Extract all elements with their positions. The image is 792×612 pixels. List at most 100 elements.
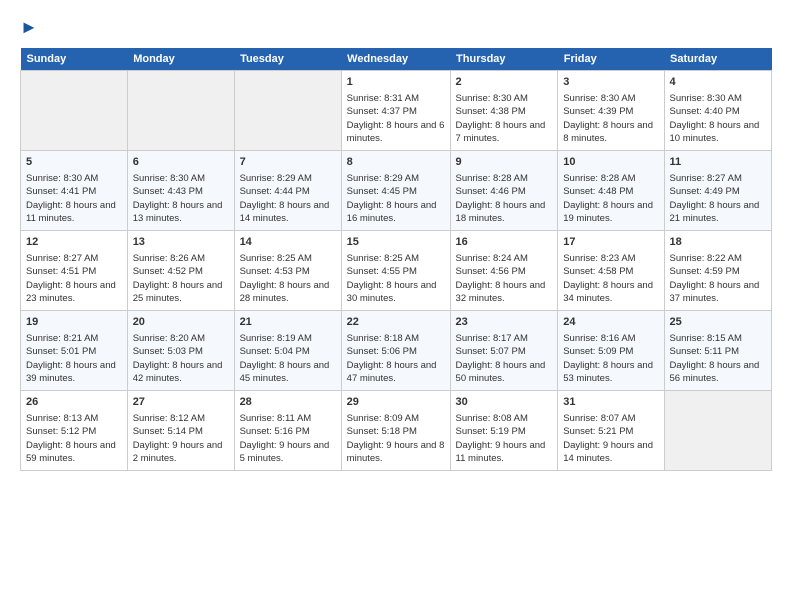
daylight-text: Daylight: 8 hours and 14 minutes.	[240, 200, 330, 224]
sunrise-text: Sunrise: 8:11 AM	[240, 413, 312, 424]
calendar-cell: 12 Sunrise: 8:27 AM Sunset: 4:51 PM Dayligh…	[21, 230, 128, 310]
sunrise-text: Sunrise: 8:22 AM	[670, 253, 742, 264]
calendar-cell: 6Sunrise: 8:30 AMSunset: 4:43 PMDaylight…	[127, 150, 234, 230]
sunset-text: Sunset: 4:59 PM	[670, 266, 740, 277]
day-number: 14	[240, 235, 336, 250]
sunrise-text: Sunrise: 8:28 AM	[563, 173, 635, 184]
daylight-text: Daylight: 8 hours and 13 minutes.	[133, 200, 223, 224]
sunset-text: Sunset: 5:03 PM	[133, 346, 203, 357]
sunrise-text: Sunrise: 8:20 AM	[133, 333, 205, 344]
daylight-text: Daylight: 8 hours and 11 minutes.	[26, 200, 116, 224]
header: ►	[20, 18, 772, 38]
calendar-cell: 20Sunrise: 8:20 AMSunset: 5:03 PMDayligh…	[127, 310, 234, 390]
daylight-text: Daylight: 8 hours and 45 minutes.	[240, 360, 330, 384]
day-number: 2	[456, 75, 553, 90]
daylight-text: Daylight: 8 hours and 50 minutes.	[456, 360, 546, 384]
sunset-text: Sunset: 4:46 PM	[456, 186, 526, 197]
logo-blue: ►	[20, 17, 38, 37]
header-saturday: Saturday	[664, 48, 771, 71]
calendar-cell: 28Sunrise: 8:11 AMSunset: 5:16 PMDayligh…	[234, 390, 341, 470]
sunrise-text: Sunrise: 8:30 AM	[133, 173, 205, 184]
calendar-week-2: 12 Sunrise: 8:27 AM Sunset: 4:51 PM Dayligh…	[21, 230, 772, 310]
day-number: 12	[26, 235, 122, 250]
calendar-cell	[234, 70, 341, 150]
sunset-text: Sunset: 5:14 PM	[133, 426, 203, 437]
calendar-cell: 23Sunrise: 8:17 AMSunset: 5:07 PMDayligh…	[450, 310, 558, 390]
calendar-week-1: 5Sunrise: 8:30 AMSunset: 4:41 PMDaylight…	[21, 150, 772, 230]
day-number: 8	[347, 155, 445, 170]
calendar-cell: 13Sunrise: 8:26 AMSunset: 4:52 PMDayligh…	[127, 230, 234, 310]
daylight-text: Daylight: 8 hours and 56 minutes.	[670, 360, 760, 384]
sunset-text: Sunset: 5:09 PM	[563, 346, 633, 357]
daylight-text: Daylight: 9 hours and 14 minutes.	[563, 440, 653, 464]
day-number: 6	[133, 155, 229, 170]
sunset-text: Sunset: 4:53 PM	[240, 266, 310, 277]
daylight-text: Daylight: 8 hours and 59 minutes.	[26, 440, 116, 464]
daylight-text: Daylight: 8 hours and 8 minutes.	[563, 120, 653, 144]
calendar-table: Sunday Monday Tuesday Wednesday Thursday…	[20, 48, 772, 471]
calendar-cell: 30Sunrise: 8:08 AMSunset: 5:19 PMDayligh…	[450, 390, 558, 470]
daylight-text: Daylight: 8 hours and 32 minutes.	[456, 280, 546, 304]
sunset-text: Sunset: 4:40 PM	[670, 106, 740, 117]
sunset-text: Sunset: 4:51 PM	[26, 266, 96, 277]
day-number: 17	[563, 235, 658, 250]
calendar-week-4: 26Sunrise: 8:13 AMSunset: 5:12 PMDayligh…	[21, 390, 772, 470]
calendar-cell: 25 Sunrise: 8:15 AM Sunset: 5:11 PM Dayligh…	[664, 310, 771, 390]
sunrise-text: Sunrise: 8:15 AM	[670, 333, 742, 344]
day-number: 28	[240, 395, 336, 410]
sunset-text: Sunset: 5:18 PM	[347, 426, 417, 437]
day-number: 7	[240, 155, 336, 170]
day-number: 24	[563, 315, 658, 330]
calendar-cell: 10Sunrise: 8:28 AMSunset: 4:48 PMDayligh…	[558, 150, 664, 230]
header-monday: Monday	[127, 48, 234, 71]
header-thursday: Thursday	[450, 48, 558, 71]
sunrise-text: Sunrise: 8:23 AM	[563, 253, 635, 264]
day-number: 21	[240, 315, 336, 330]
daylight-text: Daylight: 8 hours and 47 minutes.	[347, 360, 437, 384]
day-number: 25	[670, 315, 766, 330]
day-number: 1	[347, 75, 445, 90]
calendar-cell: 29Sunrise: 8:09 AMSunset: 5:18 PMDayligh…	[341, 390, 450, 470]
daylight-text: Daylight: 8 hours and 28 minutes.	[240, 280, 330, 304]
sunrise-text: Sunrise: 8:31 AM	[347, 93, 419, 104]
sunrise-text: Sunrise: 8:19 AM	[240, 333, 312, 344]
day-number: 18	[670, 235, 766, 250]
daylight-text: Daylight: 8 hours and 21 minutes.	[670, 200, 760, 224]
daylight-text: Daylight: 9 hours and 11 minutes.	[456, 440, 546, 464]
calendar-cell	[21, 70, 128, 150]
calendar-cell	[664, 390, 771, 470]
header-tuesday: Tuesday	[234, 48, 341, 71]
sunrise-text: Sunrise: 8:27 AM	[26, 253, 98, 264]
day-number: 27	[133, 395, 229, 410]
daylight-text: Daylight: 8 hours and 39 minutes.	[26, 360, 116, 384]
sunrise-text: Sunrise: 8:30 AM	[670, 93, 742, 104]
calendar-cell: 26Sunrise: 8:13 AMSunset: 5:12 PMDayligh…	[21, 390, 128, 470]
page: ► Sunday Monday Tuesday Wednesday Thursd…	[0, 0, 792, 612]
daylight-text: Daylight: 8 hours and 10 minutes.	[670, 120, 760, 144]
sunset-text: Sunset: 4:56 PM	[456, 266, 526, 277]
sunrise-text: Sunrise: 8:25 AM	[347, 253, 419, 264]
sunset-text: Sunset: 4:58 PM	[563, 266, 633, 277]
calendar-cell: 1Sunrise: 8:31 AMSunset: 4:37 PMDaylight…	[341, 70, 450, 150]
daylight-text: Daylight: 8 hours and 23 minutes.	[26, 280, 116, 304]
daylight-text: Daylight: 8 hours and 53 minutes.	[563, 360, 653, 384]
day-number: 9	[456, 155, 553, 170]
daylight-text: Daylight: 8 hours and 37 minutes.	[670, 280, 760, 304]
day-number: 10	[563, 155, 658, 170]
daylight-text: Daylight: 8 hours and 30 minutes.	[347, 280, 437, 304]
calendar-cell: 24Sunrise: 8:16 AMSunset: 5:09 PMDayligh…	[558, 310, 664, 390]
daylight-text: Daylight: 9 hours and 8 minutes.	[347, 440, 445, 464]
calendar-cell: 19Sunrise: 8:21 AMSunset: 5:01 PMDayligh…	[21, 310, 128, 390]
sunset-text: Sunset: 5:11 PM	[670, 346, 740, 357]
day-number: 4	[670, 75, 766, 90]
calendar-cell: 22Sunrise: 8:18 AMSunset: 5:06 PMDayligh…	[341, 310, 450, 390]
day-number: 16	[456, 235, 553, 250]
sunrise-text: Sunrise: 8:30 AM	[563, 93, 635, 104]
header-friday: Friday	[558, 48, 664, 71]
sunrise-text: Sunrise: 8:28 AM	[456, 173, 528, 184]
sunset-text: Sunset: 4:52 PM	[133, 266, 203, 277]
header-sunday: Sunday	[21, 48, 128, 71]
daylight-text: Daylight: 8 hours and 16 minutes.	[347, 200, 437, 224]
calendar-cell: 16Sunrise: 8:24 AMSunset: 4:56 PMDayligh…	[450, 230, 558, 310]
day-number: 22	[347, 315, 445, 330]
